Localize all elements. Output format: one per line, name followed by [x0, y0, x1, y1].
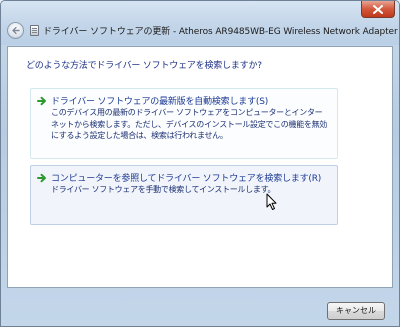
content-panel: どのような方法でドライバー ソフトウェアを検索しますか? ドライバー ソフトウェ…	[7, 46, 393, 288]
title-bar: ドライバー ソフトウェアの更新 - Atheros AR9485WB-EG Wi…	[1, 1, 399, 45]
close-icon	[373, 4, 383, 14]
browse-computer-title: コンピューターを参照してドライバー ソフトウェアを検索します(R)	[51, 174, 322, 184]
green-arrow-icon	[37, 96, 46, 106]
auto-search-description-line: ネットから検索します。ただし、デバイスのインストール設定でこの機能を無効	[51, 119, 327, 129]
auto-search-title: ドライバー ソフトウェアの最新版を自動検索します(S)	[51, 97, 269, 107]
back-button[interactable]	[7, 22, 24, 39]
mouse-pointer-icon	[266, 193, 277, 210]
browse-computer-description-line: ドライバー ソフトウェアを手動で検索してインストールします。	[51, 185, 276, 194]
close-button[interactable]	[361, 1, 395, 18]
auto-search-description-line: にするよう設定した場合は、検索は行われません。	[51, 131, 228, 140]
driver-update-window: ドライバー ソフトウェアの更新 - Atheros AR9485WB-EG Wi…	[0, 0, 400, 327]
back-arrow-icon	[12, 26, 20, 35]
search-method-prompt: どのような方法でドライバー ソフトウェアを検索しますか?	[26, 61, 262, 71]
cancel-button[interactable]: キャンセル	[327, 302, 385, 320]
auto-search-description-line: このデバイス用の最新のドライバー ソフトウェアをコンピューターとインター	[51, 108, 323, 117]
browse-computer-description: ドライバー ソフトウェアを手動で検索してインストールします。	[51, 184, 335, 196]
window-title: ドライバー ソフトウェアの更新 - Atheros AR9485WB-EG Wi…	[43, 27, 398, 37]
auto-search-description: このデバイス用の最新のドライバー ソフトウェアをコンピューターとインター ネット…	[51, 107, 335, 142]
browse-computer-option[interactable]: コンピューターを参照してドライバー ソフトウェアを検索します(R) ドライバー …	[30, 165, 338, 225]
auto-search-option[interactable]: ドライバー ソフトウェアの最新版を自動検索します(S) このデバイス用の最新のド…	[30, 88, 338, 159]
driver-document-icon	[30, 25, 39, 36]
green-arrow-icon	[37, 173, 46, 183]
